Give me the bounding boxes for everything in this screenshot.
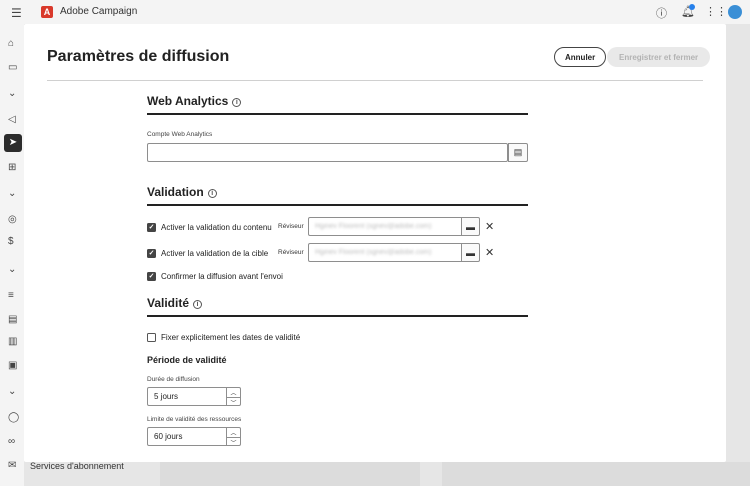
menu-icon[interactable]: ☰ (11, 6, 22, 20)
help-icon[interactable]: ⓘ (656, 5, 667, 21)
close-icon[interactable]: ✕ (485, 220, 494, 233)
left-nav: ⌂ ▭ ⌄ ◁ ➤ ⊞ ⌄ ◎ $ ⌄ ≡ ▤ ▥ ▣ ⌄ ◯ ∞ ✉ (0, 24, 24, 486)
folder-icon[interactable]: ▬ (461, 217, 480, 236)
target-validation-row[interactable]: ✓ Activer la validation de la cible (147, 247, 268, 259)
chevron-down-icon[interactable]: ⌄ (8, 188, 16, 199)
reviewer-label: Réviseur (278, 249, 304, 256)
chevron-down-icon[interactable]: ⌄ (8, 264, 16, 275)
card-icon[interactable]: ▤ (8, 314, 17, 325)
validation-title: Validation (147, 185, 204, 199)
reviewer-label: Réviseur (278, 223, 304, 230)
chevron-down-icon[interactable]: ⌄ (8, 386, 16, 397)
avatar[interactable] (728, 5, 742, 19)
subscription-services-link[interactable]: Services d'abonnement (30, 461, 124, 471)
megaphone-icon[interactable]: ◁ (8, 114, 16, 125)
chevron-down-icon[interactable]: ﹀ (227, 397, 240, 407)
background-panel (442, 462, 750, 486)
info-icon[interactable]: i (207, 189, 217, 198)
workflow-icon[interactable]: ⊞ (8, 162, 16, 173)
section-divider (147, 315, 528, 317)
content-validation-checkbox[interactable]: ✓ (147, 222, 156, 232)
close-icon[interactable]: ✕ (485, 246, 494, 259)
delivery-duration-label: Durée de diffusion (147, 376, 200, 383)
delivery-duration-stepper[interactable]: 5 jours ︿ ﹀ (147, 387, 241, 407)
resource-limit-label: Limite de validité des ressources (147, 416, 242, 423)
delivery-duration-input[interactable]: 5 jours (147, 387, 227, 406)
chevron-up-icon[interactable]: ︿ (227, 388, 240, 397)
stepper-arrows: ︿ ﹀ (227, 427, 241, 447)
users-icon[interactable]: ∞ (8, 436, 15, 447)
notification-badge (689, 4, 695, 10)
app-header: ☰ A Adobe Campaign ⓘ 🔔︎ ⋮⋮ (0, 0, 750, 24)
apps-grid-icon[interactable]: ⋮⋮ (705, 5, 727, 18)
stepper-arrows: ︿ ﹀ (227, 387, 241, 407)
validity-title: Validité (147, 296, 190, 310)
validity-period-heading: Période de validité (147, 355, 227, 365)
cancel-button[interactable]: Annuler (554, 47, 607, 67)
delivery-settings-dialog: Paramètres de diffusion Annuler Enregist… (24, 24, 726, 462)
send-icon[interactable]: ➤ (4, 134, 22, 152)
chevron-up-icon[interactable]: ︿ (227, 428, 240, 437)
target-reviewer-input[interactable]: Hginev Floorent (sgnev@adobe.com) (308, 243, 462, 262)
home-icon[interactable]: ⌂ (8, 38, 14, 49)
resource-limit-stepper[interactable]: 60 jours ︿ ﹀ (147, 427, 241, 447)
app-name: Adobe Campaign (60, 6, 138, 17)
section-divider (147, 204, 528, 206)
dialog-title: Paramètres de diffusion (47, 48, 230, 65)
folder-icon[interactable]: ▭ (8, 62, 17, 73)
explicit-dates-row[interactable]: Fixer explicitement les dates de validit… (147, 331, 300, 343)
explicit-dates-checkbox[interactable] (147, 332, 156, 342)
list-icon[interactable]: ≡ (8, 290, 14, 301)
chevron-down-icon[interactable]: ﹀ (227, 437, 240, 447)
validation-heading: Validation i (147, 185, 217, 199)
chevron-down-icon[interactable]: ⌄ (8, 88, 16, 99)
target-validation-checkbox[interactable]: ✓ (147, 248, 156, 258)
confirm-delivery-checkbox[interactable]: ✓ (147, 271, 156, 281)
validity-heading: Validité i (147, 296, 203, 310)
save-and-close-button[interactable]: Enregistrer et fermer (607, 47, 711, 67)
adobe-logo-icon: A (41, 6, 53, 18)
info-icon[interactable]: i (193, 300, 203, 309)
confirm-delivery-label: Confirmer la diffusion avant l'envoi (161, 271, 283, 281)
web-analytics-account-label: Compte Web Analytics (147, 131, 213, 138)
target-validation-label: Activer la validation de la cible (161, 248, 269, 258)
resource-limit-input[interactable]: 60 jours (147, 427, 227, 446)
section-divider (147, 113, 528, 115)
mail-icon[interactable]: ✉ (8, 460, 16, 471)
content-reviewer-value: Hginev Floorent (sgnev@adobe.com) (315, 223, 432, 230)
user-icon[interactable]: ◯ (8, 412, 19, 423)
chart-icon[interactable]: ▥ (8, 336, 17, 347)
content-validation-row[interactable]: ✓ Activer la validation du contenu (147, 221, 272, 233)
report-icon[interactable]: ▣ (8, 360, 17, 371)
folder-search-icon[interactable]: ▤ (508, 143, 528, 162)
content-reviewer-input[interactable]: Hginev Floorent (sgnev@adobe.com) (308, 217, 462, 236)
header-divider (47, 80, 703, 81)
target-reviewer-value: Hginev Floorent (sgnev@adobe.com) (315, 249, 432, 256)
web-analytics-account-input[interactable] (147, 143, 508, 162)
explicit-dates-label: Fixer explicitement les dates de validit… (161, 332, 301, 342)
content-validation-label: Activer la validation du contenu (161, 222, 272, 232)
background-panel (160, 462, 420, 486)
web-analytics-title: Web Analytics (147, 94, 229, 108)
folder-icon[interactable]: ▬ (461, 243, 480, 262)
info-icon[interactable]: i (232, 98, 242, 107)
confirm-delivery-row[interactable]: ✓ Confirmer la diffusion avant l'envoi (147, 270, 283, 282)
web-analytics-heading: Web Analytics i (147, 94, 242, 108)
dollar-icon[interactable]: $ (8, 236, 14, 247)
target-icon[interactable]: ◎ (8, 214, 17, 225)
